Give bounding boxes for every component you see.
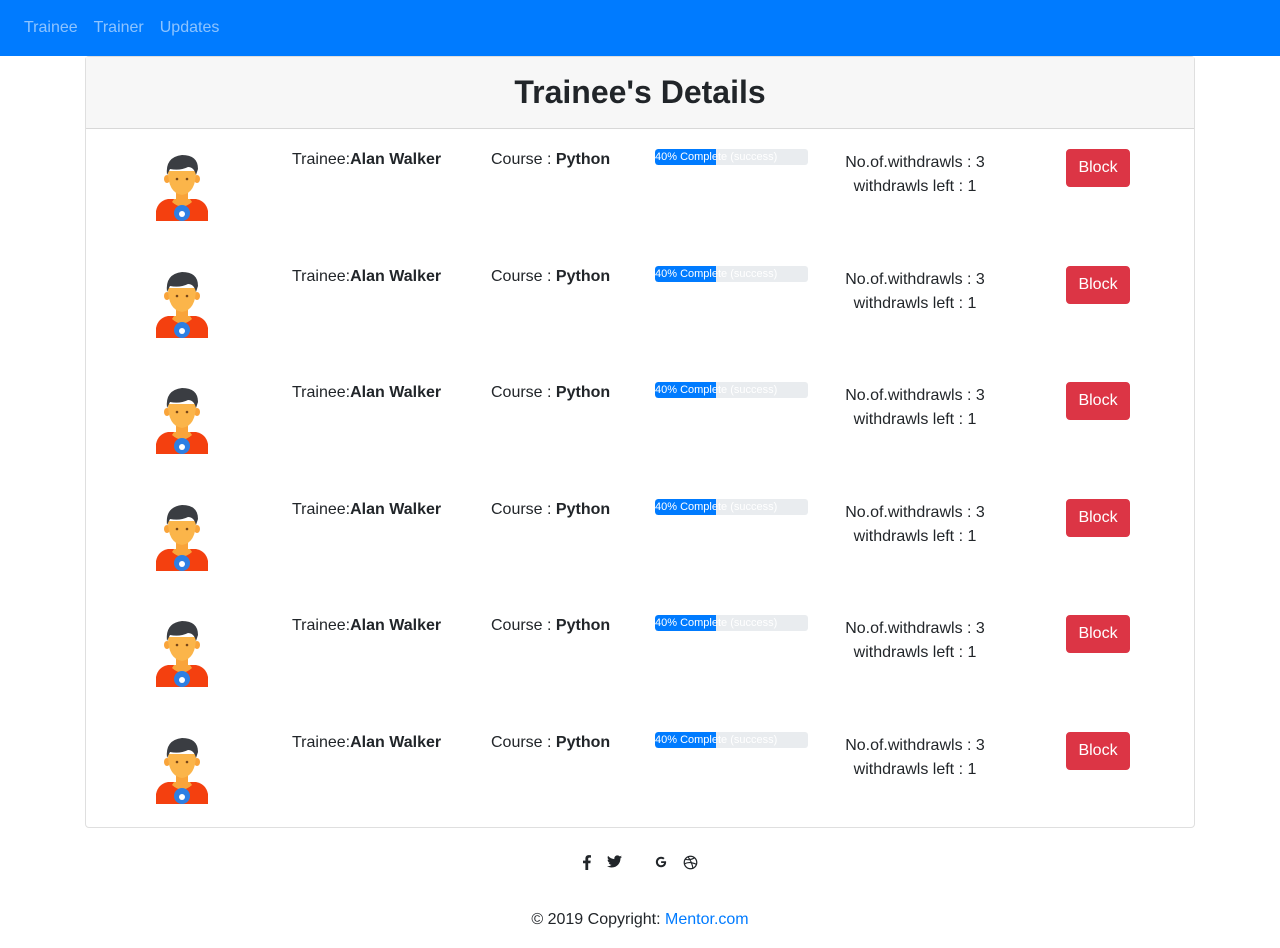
page-title: Trainee's Details [514,74,766,110]
user-avatar-icon [154,153,210,221]
trainee-info: Trainee:Alan Walker [292,384,441,402]
withdrawls-info: No.of.withdrawls : 3 withdrawls left : 1 [826,501,1004,549]
twitter-icon[interactable] [607,855,622,872]
withdrawls-info: No.of.withdrawls : 3 withdrawls left : 1 [826,384,1004,432]
trainee-label: Trainee: [292,617,351,634]
google-icon[interactable] [654,855,668,873]
trainee-info: Trainee:Alan Walker [292,501,441,519]
progress-label: 40% Complete (success) [655,384,778,396]
course-info: Course : Python [491,734,610,752]
withdrawls-left: withdrawls left : 1 [853,644,977,661]
trainee-row: Trainee:Alan Walker Course : Python 40% Co… [86,246,1194,362]
progress-label: 40% Complete (success) [655,617,778,629]
course-info: Course : Python [491,617,610,635]
course-info: Course : Python [491,268,610,286]
trainee-name: Alan Walker [350,617,442,634]
course-label: Course : [491,384,556,401]
withdrawls-left: withdrawls left : 1 [853,411,977,428]
withdrawls-info: No.of.withdrawls : 3 withdrawls left : 1 [826,268,1004,316]
copyright-text: © 2019 Copyright: [531,911,661,928]
trainee-info: Trainee:Alan Walker [292,151,441,169]
user-avatar-icon [154,270,210,338]
user-avatar-icon [154,619,210,687]
block-button[interactable]: Block [1066,498,1130,537]
withdrawls-count: No.of.withdrawls : 3 [845,270,985,288]
progress-track: 40% Complete (success) [655,615,808,631]
copyright-link[interactable]: Mentor.com [665,911,749,928]
trainee-name: Alan Walker [350,267,442,285]
progress-label: 40% Complete (success) [655,267,778,280]
user-avatar-icon [154,503,210,571]
facebook-icon[interactable] [583,855,591,874]
trainee-label: Trainee: [292,500,351,518]
trainee-info: Trainee:Alan Walker [292,617,441,635]
block-button[interactable]: Block [1066,615,1130,653]
course-name: Python [555,500,611,518]
withdrawls-info: No.of.withdrawls : 3 withdrawls left : 1 [826,151,1004,199]
withdrawls-info: No.of.withdrawls : 3 withdrawls left : 1 [826,617,1004,665]
withdrawls-count: No.of.withdrawls : 3 [845,154,985,171]
withdrawls-count: No.of.withdrawls : 3 [845,620,985,637]
progress-track: 40% Complete (success) [655,149,808,165]
progress-track: 40% Complete (success) [655,731,808,748]
course-info: Course : Python [491,151,610,169]
trainee-row: Trainee:Alan Walker Course : Python 40% Co… [86,712,1194,828]
top-navbar: Trainee Trainer Updates [0,0,1280,56]
nav-link-updates[interactable]: Updates [152,0,228,56]
trainee-row: Trainee:Alan Walker Course : Python 40% Co… [86,479,1194,595]
course-label: Course : [491,151,556,168]
trainee-details-card: Trainee's Details Trainee:Alan Walker Cou… [85,56,1195,828]
course-name: Python [555,151,611,168]
course-name: Python [555,384,611,401]
block-button[interactable]: Block [1066,265,1130,304]
course-name: Python [555,617,611,634]
course-info: Course : Python [491,384,610,402]
trainee-info: Trainee:Alan Walker [292,734,441,752]
trainee-info: Trainee:Alan Walker [292,268,441,286]
trainee-row: Trainee:Alan Walker Course : Python 40% Co… [86,362,1194,478]
withdrawls-info: No.of.withdrawls : 3 withdrawls left : 1 [826,734,1004,782]
user-avatar-icon [154,736,210,804]
trainee-name: Alan Walker [350,733,442,751]
progress-track: 40% Complete (success) [655,382,808,398]
nav-link-trainee[interactable]: Trainee [16,0,86,56]
course-label: Course : [491,617,556,634]
progress-track: 40% Complete (success) [655,265,808,282]
withdrawls-left: withdrawls left : 1 [853,760,977,778]
progress-track: 40% Complete (success) [655,498,808,515]
trainee-row: Trainee:Alan Walker Course : Python 40% Co… [86,595,1194,711]
withdrawls-count: No.of.withdrawls : 3 [845,387,985,404]
progress-label: 40% Complete (success) [655,733,778,746]
withdrawls-count: No.of.withdrawls : 3 [845,736,985,754]
course-info: Course : Python [491,501,610,519]
trainee-label: Trainee: [292,384,351,401]
withdrawls-left: withdrawls left : 1 [853,178,977,195]
trainee-label: Trainee: [292,151,351,168]
trainee-label: Trainee: [292,267,351,285]
trainee-name: Alan Walker [350,500,442,518]
nav-link-trainer[interactable]: Trainer [86,0,152,56]
card-header: Trainee's Details [86,57,1194,129]
social-links [0,855,1280,875]
user-avatar-icon [154,386,210,454]
trainee-label: Trainee: [292,733,351,751]
withdrawls-count: No.of.withdrawls : 3 [845,503,985,521]
dribbble-icon[interactable] [683,855,698,874]
progress-label: 40% Complete (success) [655,500,778,513]
course-label: Course : [491,733,556,751]
trainee-row: Trainee:Alan Walker Course : Python 40% Co… [86,129,1194,245]
block-button[interactable]: Block [1066,382,1130,420]
copyright: © 2019 Copyright: Mentor.com [0,911,1280,929]
block-button[interactable]: Block [1066,149,1130,187]
withdrawls-left: withdrawls left : 1 [853,294,977,312]
trainee-name: Alan Walker [350,151,442,168]
block-button[interactable]: Block [1066,731,1130,770]
progress-label: 40% Complete (success) [655,151,778,163]
withdrawls-left: withdrawls left : 1 [853,527,977,545]
trainee-name: Alan Walker [350,384,442,401]
course-label: Course : [491,267,556,285]
course-name: Python [555,733,611,751]
course-label: Course : [491,500,556,518]
course-name: Python [555,267,611,285]
